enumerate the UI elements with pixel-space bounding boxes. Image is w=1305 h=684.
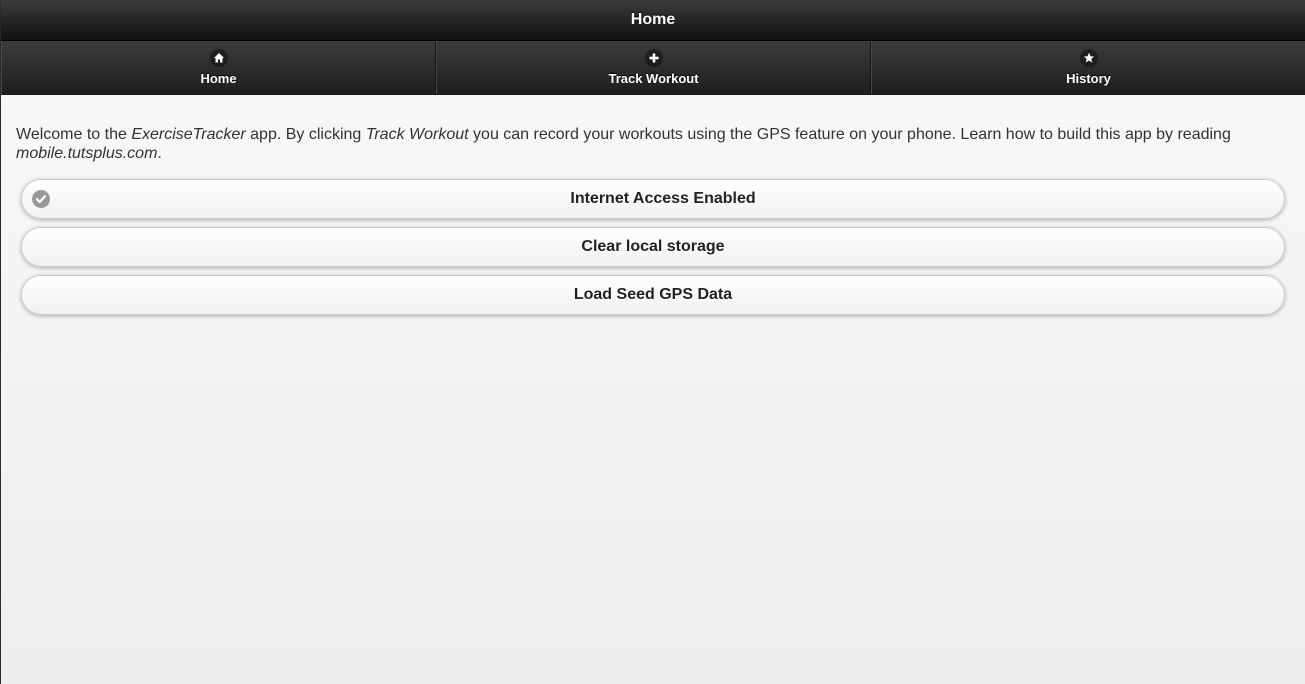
plus-icon (644, 49, 663, 67)
star-icon (1079, 49, 1098, 67)
clear-storage-button[interactable]: Clear local storage (21, 227, 1285, 267)
clear-storage-label: Clear local storage (581, 238, 725, 255)
internet-access-label: Internet Access Enabled (570, 190, 756, 207)
nav-track-workout-label: Track Workout (608, 71, 699, 86)
nav-history[interactable]: History (871, 41, 1305, 94)
load-seed-data-button[interactable]: Load Seed GPS Data (21, 275, 1285, 315)
nav-track-workout[interactable]: Track Workout (436, 41, 871, 94)
intro-text-4: . (157, 145, 162, 162)
app-page: Home Home Track Workout History Welcome … (0, 0, 1305, 684)
nav-home-label: Home (200, 71, 237, 86)
intro-paragraph: Welcome to the ExerciseTracker app. By c… (16, 125, 1290, 163)
intro-link-name: Track Workout (365, 126, 469, 143)
load-seed-data-label: Load Seed GPS Data (573, 286, 733, 303)
navbar: Home Track Workout History (1, 41, 1305, 95)
nav-history-label: History (1066, 71, 1111, 86)
intro-text-1: Welcome to the (16, 126, 132, 143)
intro-text-2: app. By clicking (245, 126, 366, 143)
intro-app-name: ExerciseTracker (131, 126, 246, 143)
header-bar: Home (1, 0, 1305, 41)
home-icon (209, 49, 228, 67)
intro-text-3: you can record your workouts using the G… (468, 126, 1231, 143)
nav-home[interactable]: Home (1, 41, 436, 94)
page-title: Home (630, 11, 676, 28)
check-icon (32, 190, 50, 208)
main-content: Welcome to the ExerciseTracker app. By c… (1, 95, 1305, 315)
internet-access-button[interactable]: Internet Access Enabled (21, 179, 1285, 219)
intro-site: mobile.tutsplus.com (16, 145, 158, 162)
